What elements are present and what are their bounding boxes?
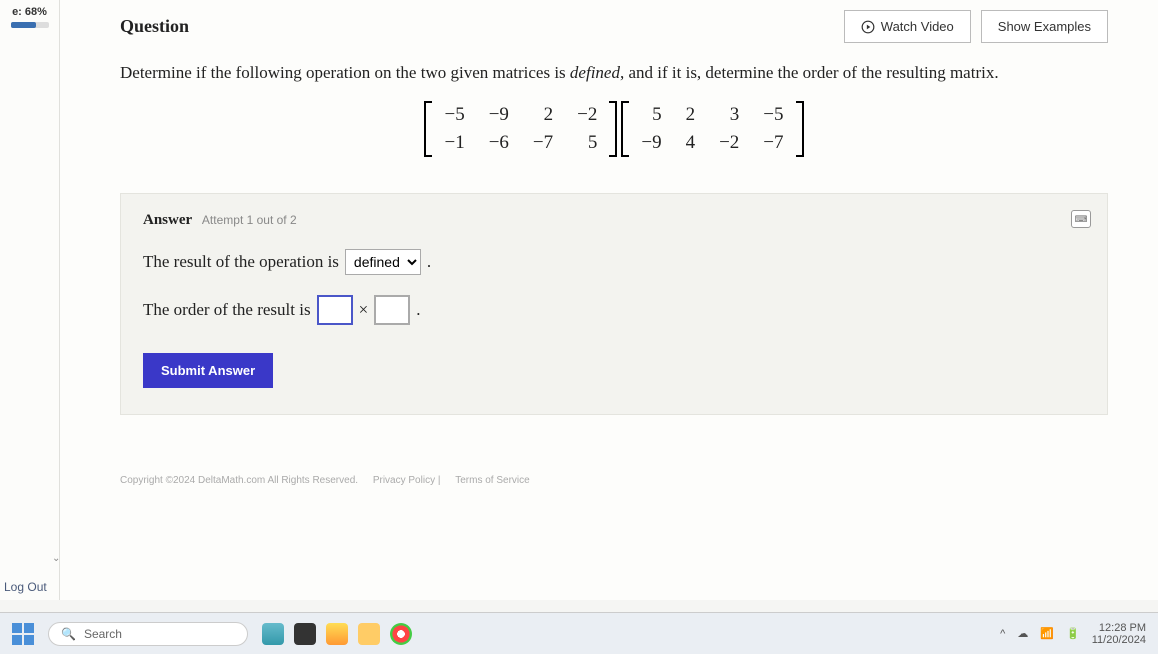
privacy-link[interactable]: Privacy Policy: [373, 475, 435, 486]
search-icon: 🔍: [61, 627, 76, 641]
answer-header: Answer Attempt 1 out of 2: [143, 212, 1085, 229]
matrices-display: −5−92−2−1−6−75 523−5−94−2−7: [120, 101, 1108, 163]
start-icon[interactable]: [12, 623, 34, 645]
show-examples-label: Show Examples: [998, 19, 1091, 34]
taskbar-app-icons: [262, 623, 412, 645]
answer-line-defined: The result of the operation is defined .: [143, 249, 1085, 275]
tray-chevron-icon[interactable]: ^: [1000, 628, 1005, 640]
taskbar-search[interactable]: 🔍 Search: [48, 622, 248, 646]
chrome-icon[interactable]: [390, 623, 412, 645]
play-icon: [861, 20, 875, 34]
question-prompt: Determine if the following operation on …: [120, 63, 1108, 83]
attempt-counter: Attempt 1 out of 2: [202, 213, 297, 227]
tray-date: 11/20/2024: [1092, 634, 1146, 646]
progress-bar-fill: [11, 22, 37, 28]
keyboard-icon[interactable]: ⌨: [1071, 210, 1091, 228]
tray-cloud-icon[interactable]: ☁: [1017, 627, 1028, 640]
main-content: Question Watch Video Show Examples Deter…: [60, 0, 1158, 600]
progress-label: e: 68%: [0, 6, 59, 18]
tray-wifi-icon[interactable]: 📶: [1040, 627, 1054, 640]
answer-panel: ⌨ Answer Attempt 1 out of 2 The result o…: [120, 193, 1108, 415]
submit-button[interactable]: Submit Answer: [143, 353, 273, 388]
app-icon[interactable]: [294, 623, 316, 645]
app-icon[interactable]: [326, 623, 348, 645]
tray-battery-icon[interactable]: 🔋: [1066, 627, 1080, 640]
folder-icon[interactable]: [358, 623, 380, 645]
watch-video-label: Watch Video: [881, 19, 954, 34]
answer-label: Answer: [143, 212, 192, 228]
sidebar: e: 68% ⌄ Log Out: [0, 0, 60, 600]
question-header: Question Watch Video Show Examples: [120, 10, 1108, 43]
question-title: Question: [120, 16, 189, 37]
windows-taskbar[interactable]: 🔍 Search ^ ☁ 📶 🔋 12:28 PM 11/20/2024: [0, 612, 1158, 654]
tray-time: 12:28 PM: [1092, 622, 1146, 634]
matrix-a: −5−92−2−1−6−75: [424, 101, 617, 157]
footer: Copyright ©2024 DeltaMath.com All Rights…: [120, 475, 1108, 486]
system-tray[interactable]: ^ ☁ 📶 🔋 12:28 PM 11/20/2024: [1000, 622, 1146, 646]
search-placeholder: Search: [84, 627, 122, 641]
answer-line-order: The order of the result is × .: [143, 295, 1085, 325]
defined-dropdown[interactable]: defined: [345, 249, 421, 275]
progress-bar: [11, 22, 49, 28]
cols-input[interactable]: [374, 295, 410, 325]
show-examples-button[interactable]: Show Examples: [981, 10, 1108, 43]
matrix-b: 523−5−94−2−7: [621, 101, 803, 157]
copyright-text: Copyright ©2024 DeltaMath.com All Rights…: [120, 475, 358, 486]
header-buttons: Watch Video Show Examples: [844, 10, 1108, 43]
watch-video-button[interactable]: Watch Video: [844, 10, 971, 43]
chevron-down-icon[interactable]: ⌄: [52, 553, 60, 564]
app-icon[interactable]: [262, 623, 284, 645]
terms-link[interactable]: Terms of Service: [455, 475, 529, 486]
logout-link[interactable]: Log Out: [4, 580, 47, 594]
rows-input[interactable]: [317, 295, 353, 325]
